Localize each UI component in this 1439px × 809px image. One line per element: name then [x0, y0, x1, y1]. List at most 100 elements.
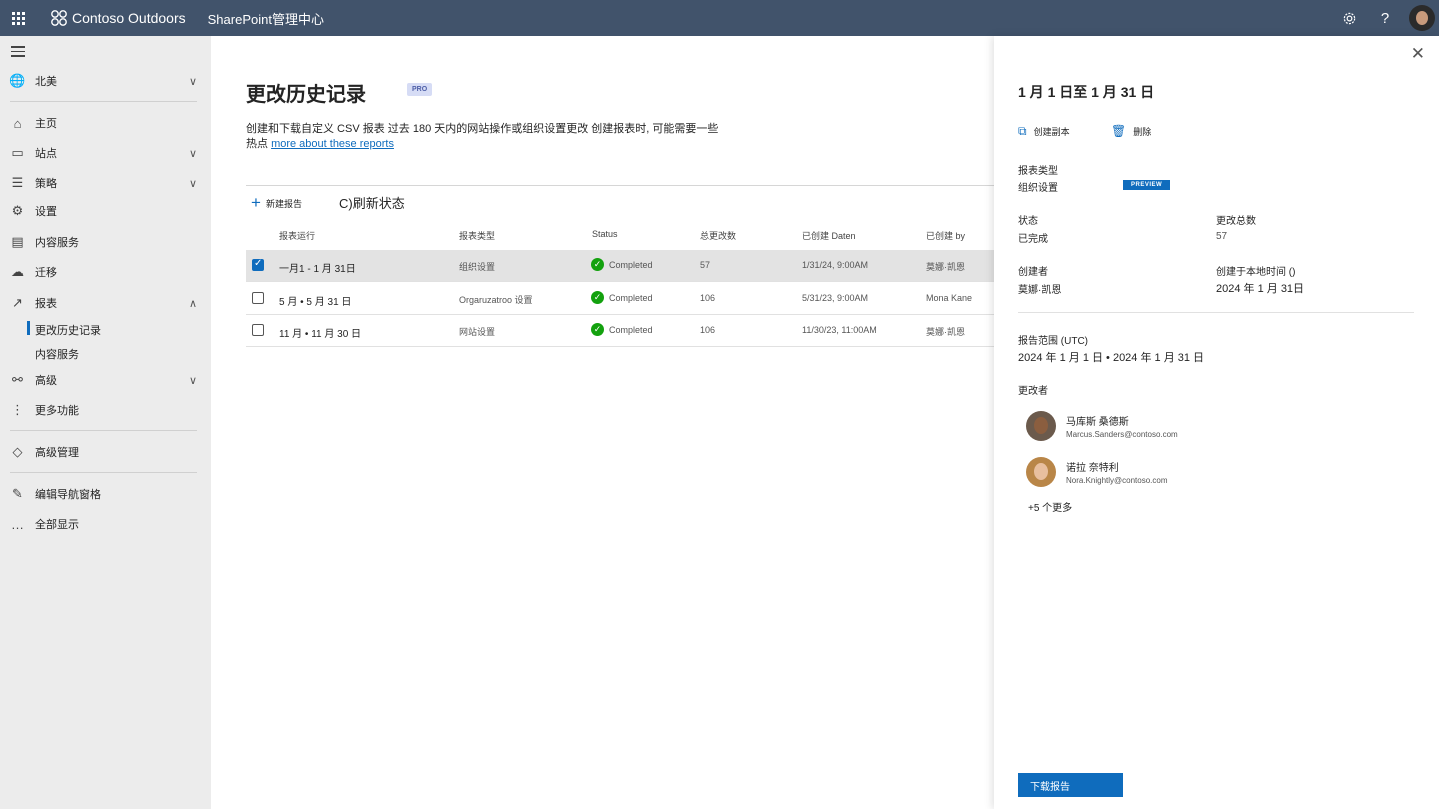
- status-text: Completed: [609, 292, 653, 303]
- check-circle-icon: ✓: [591, 291, 604, 304]
- cloud-upload-icon: ☁: [11, 264, 24, 279]
- column-header-created-date[interactable]: 已创建 Daten: [802, 229, 856, 242]
- status-text: Completed: [609, 324, 653, 335]
- brand[interactable]: Contoso Outdoors: [50, 9, 186, 27]
- table-row[interactable]: 一月1 - 1 月 31日 组织设置 ✓ Completed 57 1/31/2…: [246, 250, 994, 282]
- row-checkbox[interactable]: [252, 324, 264, 336]
- nav-item-more-features[interactable]: ⋮ 更多功能: [0, 398, 211, 422]
- description-text-2: 热点: [246, 138, 268, 150]
- nav-label: 迁移: [35, 267, 57, 279]
- report-type: 组织设置: [459, 262, 496, 272]
- nav-label: 设置: [35, 206, 57, 218]
- region-label: 北美: [35, 76, 57, 88]
- nav-item-show-all[interactable]: … 全部显示: [0, 512, 211, 536]
- nav-item-migration[interactable]: ☁ 迁移: [0, 260, 211, 284]
- created-by: Mona Kane: [926, 293, 973, 303]
- column-header-total[interactable]: 总更改数: [700, 229, 736, 242]
- nav-region[interactable]: 🌐 北美 ∨: [0, 69, 211, 93]
- column-header-created-by[interactable]: 已创建 by: [926, 229, 965, 242]
- report-range[interactable]: 5 月 • 5 月 31 日: [279, 293, 351, 308]
- nav-label: 高级: [35, 375, 57, 387]
- report-range[interactable]: 11 月 • 11 月 30 日: [279, 325, 361, 340]
- person-email: Marcus.Sanders@contoso.com: [1066, 430, 1178, 439]
- nav-label: 内容服务: [35, 237, 79, 249]
- page-title: 更改历史记录: [246, 84, 366, 106]
- panel-divider: [1018, 312, 1414, 313]
- person-card[interactable]: 诺拉 奈特利 Nora.Knightly@contoso.com: [1026, 457, 1168, 487]
- column-header-type[interactable]: 报表类型: [459, 229, 495, 242]
- table-row[interactable]: 11 月 • 11 月 30 日 网站设置 ✓ Completed 106 11…: [246, 315, 994, 347]
- column-header-run[interactable]: 报表运行: [279, 229, 315, 242]
- nav-label: 全部显示: [35, 519, 79, 531]
- preview-badge: PREVIEW: [1123, 180, 1171, 190]
- nav-sub-change-history[interactable]: 更改历史记录: [27, 321, 101, 338]
- created-local-label: 创建于本地时间 (): [1216, 267, 1296, 278]
- range-value: 2024 年 1 月 1 日 • 2024 年 1 月 31 日: [1018, 352, 1205, 364]
- person-card[interactable]: 马库斯 桑德斯 Marcus.Sanders@contoso.com: [1026, 411, 1178, 441]
- table-row[interactable]: 5 月 • 5 月 31 日 Orgaruzatroo 设置 ✓ Complet…: [246, 283, 994, 315]
- total-changes: 57: [700, 260, 711, 270]
- nav-item-content-services[interactable]: ▤ 内容服务: [0, 230, 211, 254]
- nav-item-sites[interactable]: ▭ 站点 ∨: [0, 141, 211, 165]
- delete-button[interactable]: 🗑 删除: [1111, 124, 1151, 138]
- row-checkbox[interactable]: [252, 258, 264, 271]
- nav-label: 高级管理: [35, 447, 79, 459]
- nav-item-settings[interactable]: ⚙ 设置: [0, 199, 211, 223]
- person-email: Nora.Knightly@contoso.com: [1066, 476, 1168, 485]
- contoso-logo-icon: [51, 10, 67, 26]
- diamond-icon: ◇: [12, 444, 23, 459]
- nav-item-advanced[interactable]: ⚯ 高级 ∨: [0, 368, 211, 392]
- check-circle-icon: ✓: [591, 258, 604, 271]
- report-type: 网站设置: [459, 327, 496, 337]
- download-report-button[interactable]: 下载报告: [1018, 773, 1123, 797]
- hamburger-menu-icon[interactable]: [11, 46, 25, 60]
- total-changes: 106: [700, 325, 716, 335]
- more-vertical-icon: ⋮: [11, 402, 24, 417]
- panel-title: 1 月 1 日至 1 月 31 日: [1018, 84, 1155, 100]
- creator-value: 莫娜·凯恩: [1018, 285, 1062, 296]
- nav-item-edit-nav[interactable]: ✎ 编辑导航窗格: [0, 482, 211, 506]
- waffle-icon: [11, 11, 25, 25]
- person-name: 诺拉 奈特利: [1066, 463, 1119, 474]
- status-badge: ✓ Completed: [591, 291, 653, 304]
- chevron-up-icon: ∧: [188, 297, 197, 310]
- nav-item-advanced-management[interactable]: ◇ 高级管理: [0, 440, 211, 464]
- chevron-down-icon: ∨: [188, 147, 197, 160]
- nav-item-home[interactable]: ⌂ 主页: [0, 111, 211, 135]
- delete-label: 删除: [1133, 126, 1152, 137]
- avatar: [1026, 411, 1056, 441]
- report-range[interactable]: 一月1 - 1 月 31日: [279, 260, 356, 275]
- copy-label: 创建副本: [1033, 127, 1070, 137]
- app-name[interactable]: SharePoint管理中心: [208, 9, 324, 28]
- nav-item-reports[interactable]: ↗ 报表 ∧: [0, 291, 211, 315]
- total-changes: 106: [700, 293, 716, 303]
- created-date: 1/31/24, 9:00AM: [802, 260, 869, 270]
- chevron-down-icon: ∨: [188, 374, 197, 387]
- status-badge: ✓ Completed: [591, 258, 653, 271]
- new-report-button[interactable]: + 新建报告: [251, 193, 302, 213]
- learn-more-link[interactable]: more about these reports: [271, 138, 394, 150]
- nav-divider: [10, 472, 197, 473]
- user-avatar[interactable]: [1409, 5, 1435, 31]
- nav-label: 站点: [35, 148, 57, 160]
- nav-divider: [10, 430, 197, 431]
- creator-label: 创建者: [1018, 267, 1048, 278]
- help-button[interactable]: ?: [1367, 0, 1403, 36]
- nav-divider: [10, 101, 197, 102]
- report-type-label: 报表类型: [1018, 166, 1058, 177]
- trash-icon: 🗑: [1111, 124, 1127, 138]
- nav-sub-content-services[interactable]: 内容服务: [35, 346, 79, 362]
- refresh-status-button[interactable]: C)刷新状态: [339, 193, 405, 212]
- app-launcher-button[interactable]: [0, 0, 36, 36]
- changers-label: 更改者: [1018, 386, 1048, 397]
- column-header-status[interactable]: Status: [592, 229, 618, 239]
- home-icon: ⌂: [13, 115, 22, 131]
- nav-item-policies[interactable]: ☰ 策略 ∨: [0, 171, 211, 195]
- gear-icon: ⚙: [11, 203, 24, 218]
- chevron-down-icon: ∨: [188, 75, 197, 88]
- close-icon[interactable]: ✕: [1411, 44, 1425, 64]
- more-people-link[interactable]: +5 个更多: [1028, 499, 1072, 514]
- settings-button[interactable]: [1331, 0, 1367, 36]
- copy-button[interactable]: ⧉ 创建副本: [1018, 124, 1070, 139]
- row-checkbox[interactable]: [252, 292, 264, 304]
